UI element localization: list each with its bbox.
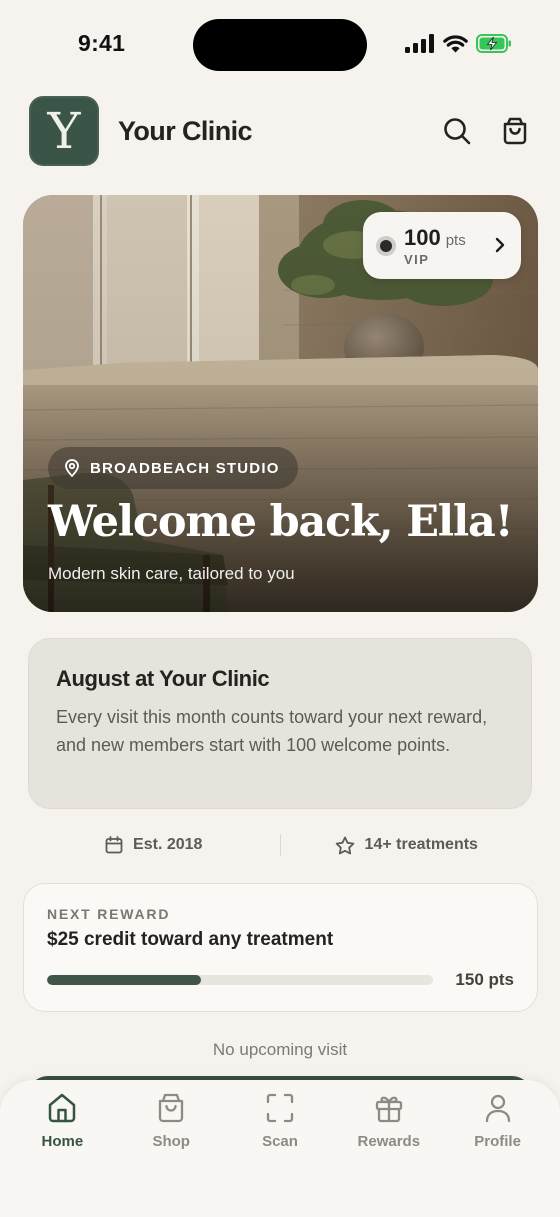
reward-progress-track — [47, 975, 433, 985]
app-name: Your Clinic — [118, 115, 253, 146]
tab-rewards[interactable]: Rewards — [334, 1092, 443, 1217]
status-time: 9:41 — [78, 30, 126, 56]
points-unit: pts — [445, 231, 466, 249]
reward-target-points: 150 pts — [455, 970, 514, 989]
location-name: BROADBEACH STUDIO — [90, 459, 280, 477]
user-icon — [485, 1094, 510, 1123]
reward-progress-row: 150 pts — [47, 970, 514, 990]
wifi-icon — [443, 35, 468, 53]
home-icon — [49, 1093, 76, 1123]
battery-charging-icon — [476, 34, 511, 53]
stat-established: Est. 2018 — [28, 836, 280, 854]
gift-icon — [375, 1096, 402, 1123]
shopping-bag-icon — [503, 117, 527, 145]
header-actions — [441, 115, 531, 147]
status-bar: 9:41 — [0, 0, 560, 92]
tier-dot-icon — [376, 235, 396, 256]
cart-button[interactable] — [499, 115, 531, 147]
cellular-signal-icon — [405, 34, 434, 53]
next-reward-card[interactable]: NEXT REWARD $25 credit toward any treatm… — [23, 883, 538, 1012]
clinic-logo[interactable]: Y — [29, 96, 99, 166]
stat-treatments: 14+ treatments — [281, 836, 533, 855]
location-badge[interactable]: BROADBEACH STUDIO — [48, 447, 298, 489]
search-icon — [444, 118, 471, 145]
tab-home[interactable]: Home — [8, 1092, 117, 1217]
treatments-text: 14+ treatments — [364, 836, 478, 853]
promo-title: August at Your Clinic — [56, 666, 270, 691]
scan-icon — [266, 1093, 294, 1123]
points-value: 100 — [404, 224, 441, 250]
shopping-bag-icon — [159, 1093, 184, 1123]
promo-card[interactable]: August at Your Clinic Every visit this m… — [28, 638, 532, 809]
tab-label: Shop — [152, 1133, 190, 1150]
reward-title: $25 credit toward any treatment — [47, 929, 334, 950]
welcome-title: Welcome back, Ella! — [48, 497, 514, 547]
dynamic-island — [193, 19, 367, 71]
points-row: 100 pts — [404, 225, 466, 251]
calendar-icon — [105, 836, 123, 854]
welcome-hero: 100 pts VIP BROADBEACH STUDIO Welcome ba… — [23, 195, 538, 612]
app-header: Y Your Clinic — [29, 96, 531, 166]
points-text: 100 pts VIP — [404, 225, 466, 267]
search-button[interactable] — [441, 115, 473, 147]
status-icons — [405, 34, 512, 53]
tab-label: Home — [41, 1133, 84, 1150]
chevron-right-icon — [495, 237, 505, 253]
star-icon — [335, 836, 354, 854]
map-pin-icon — [65, 459, 79, 477]
tab-scan[interactable]: Scan — [226, 1092, 335, 1217]
tab-label: Scan — [262, 1133, 298, 1150]
tab-label: Rewards — [357, 1133, 421, 1150]
welcome-subtitle: Modern skin care, tailored to you — [48, 564, 295, 583]
tab-shop[interactable]: Shop — [117, 1092, 226, 1217]
bottom-tab-bar: Home Shop Scan Rewards Profile — [0, 1080, 560, 1217]
tab-label: Profile — [474, 1133, 521, 1150]
tab-profile[interactable]: Profile — [443, 1092, 552, 1217]
reward-kicker: NEXT REWARD — [47, 906, 171, 922]
membership-tier: VIP — [404, 251, 430, 267]
reward-progress-fill — [47, 975, 202, 985]
no-upcoming-visit-text: No upcoming visit — [212, 1040, 348, 1059]
points-summary-button[interactable]: 100 pts VIP — [363, 212, 521, 279]
clinic-stats: Est. 2018 14+ treatments — [28, 830, 532, 860]
established-text: Est. 2018 — [133, 836, 203, 853]
promo-body: Every visit this month counts toward you… — [56, 707, 488, 755]
